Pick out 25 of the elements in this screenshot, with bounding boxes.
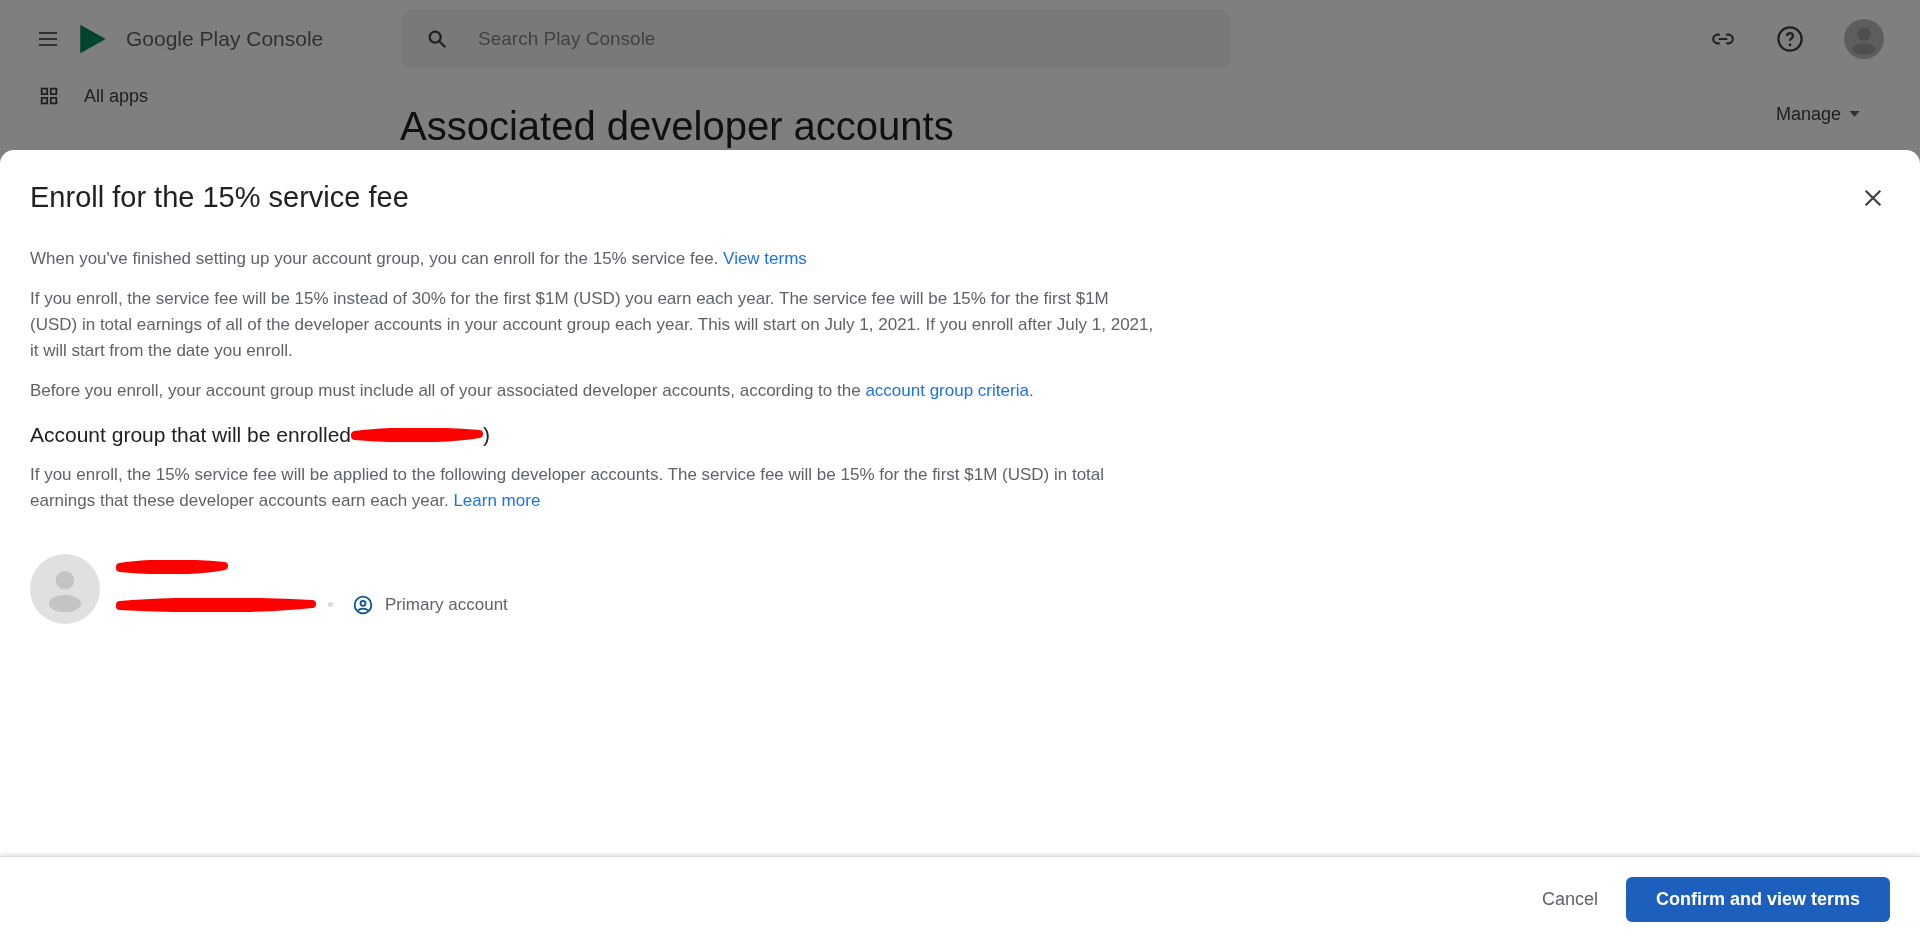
confirm-button[interactable]: Confirm and view terms <box>1625 877 1890 922</box>
account-avatar-icon <box>30 553 100 624</box>
avatar-icon <box>1844 19 1884 59</box>
help-icon[interactable] <box>1776 25 1804 53</box>
text-link[interactable]: View terms <box>723 248 807 268</box>
text-link[interactable]: Learn more <box>453 490 541 510</box>
body-text: If you enroll, the service fee will be 15% instead of 30% for the first $1M (USD) you earn each year. The service fee will be 15% for the first $1M (USD) in total earnings of all of the developer accounts in your account group each year. This will start on July 1, 2021. If you enroll after July 1, 2021, it will start from the date you enroll. <box>30 287 1155 362</box>
account-role-label: Primary account <box>385 593 508 616</box>
caret-icon <box>1849 111 1860 117</box>
cancel-button[interactable]: Cancel <box>1535 877 1604 922</box>
body-text: Before you enroll, your account group must include all of your associated developer accounts, according to the account group criteria. <box>30 379 1035 402</box>
body-text: When you've finished setting up your account group, you can enroll for the 15% service fee. View terms <box>30 247 808 270</box>
section-title-end: ) <box>483 421 491 448</box>
manage-menu[interactable]: Manage <box>1775 98 1860 130</box>
search-icon <box>426 28 448 50</box>
search-field[interactable]: Search Play Console <box>402 10 1230 68</box>
product-name: Google Play Console <box>126 26 325 53</box>
page-title: Associated developer accounts <box>400 103 954 150</box>
dialog-title: Enroll for the 15% service fee <box>30 180 409 215</box>
grid-icon <box>38 85 60 107</box>
text-link[interactable]: account group criteria <box>865 380 1029 400</box>
body-text: If you enroll, the 15% service fee will be applied to the following developer accounts. The service fee will be 15% for the first $1M (USD) in total earnings that these developer accounts earn each year. Learn more <box>30 463 1106 512</box>
account-circle-icon <box>353 594 373 615</box>
section-title: Account group that will be enrolled <box>30 421 352 448</box>
sidebar-item[interactable]: All apps <box>38 78 400 114</box>
